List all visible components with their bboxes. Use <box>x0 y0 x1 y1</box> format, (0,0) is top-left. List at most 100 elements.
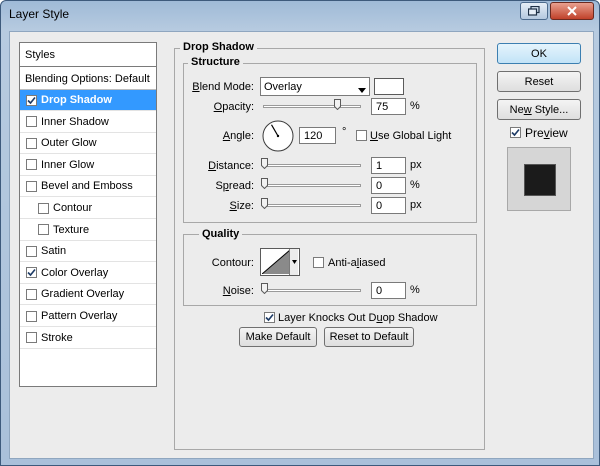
style-item-gradient-overlay[interactable]: Gradient Overlay <box>20 284 156 306</box>
style-checkbox[interactable] <box>26 94 37 106</box>
noise-label: Noise: <box>222 285 254 297</box>
style-checkbox[interactable] <box>26 159 37 171</box>
style-item-texture[interactable]: Texture <box>20 220 156 241</box>
distance-label: Distance: <box>208 160 254 172</box>
style-item-label: Satin <box>41 245 67 258</box>
distance-slider[interactable] <box>263 164 361 167</box>
dialog-client: Styles Blending Options: Default Drop Sh… <box>9 31 594 459</box>
style-item-drop-shadow[interactable]: Drop Shadow <box>20 90 156 111</box>
size-slider-thumb[interactable] <box>261 198 268 210</box>
style-checkbox[interactable] <box>26 116 37 128</box>
size-unit: px <box>410 199 422 211</box>
quality-title: Quality <box>199 228 243 240</box>
style-item-contour[interactable]: Contour <box>20 198 156 219</box>
preview-label: Preview <box>525 126 568 140</box>
restore-button[interactable] <box>520 2 548 20</box>
opacity-slider-thumb[interactable] <box>333 99 341 111</box>
style-item-bevel-and-emboss[interactable]: Bevel and Emboss <box>20 176 156 198</box>
angle-label: Angle: <box>222 130 254 142</box>
style-checkbox[interactable] <box>38 224 49 236</box>
structure-title: Structure <box>188 56 243 68</box>
spread-slider-thumb[interactable] <box>261 178 268 190</box>
preview-checkbox[interactable] <box>510 127 521 138</box>
style-item-stroke[interactable]: Stroke <box>20 328 156 349</box>
blending-options-item[interactable]: Blending Options: Default <box>20 68 156 90</box>
use-global-light-label: Use Global Light <box>370 130 452 142</box>
style-checkbox[interactable] <box>38 202 49 214</box>
opacity-unit: % <box>410 100 420 112</box>
make-default-button[interactable]: Make Default <box>239 327 317 347</box>
drop-shadow-title: Drop Shadow <box>180 41 257 53</box>
noise-unit: % <box>410 284 420 296</box>
distance-input[interactable]: 1 <box>371 157 406 174</box>
style-item-label: Gradient Overlay <box>41 288 125 301</box>
blend-mode-label: Blend Mode: <box>192 81 254 93</box>
style-item-inner-glow[interactable]: Inner Glow <box>20 155 156 176</box>
chevron-down-icon <box>358 84 366 96</box>
angle-input[interactable]: 120 <box>299 127 336 144</box>
style-checkbox[interactable] <box>26 310 37 322</box>
size-input[interactable]: 0 <box>371 197 406 214</box>
blend-mode-select[interactable]: Overlay <box>260 77 370 96</box>
style-item-satin[interactable]: Satin <box>20 241 156 263</box>
spread-slider[interactable] <box>263 184 361 187</box>
distance-slider-thumb[interactable] <box>261 158 268 170</box>
opacity-input[interactable]: 75 <box>371 98 406 115</box>
use-global-light-checkbox[interactable] <box>356 130 367 141</box>
opacity-slider[interactable] <box>263 105 361 108</box>
anti-aliased-label: Anti-aliased <box>328 257 386 269</box>
reset-button[interactable]: Reset <box>497 71 581 92</box>
close-icon <box>566 6 578 16</box>
restore-icon <box>528 6 540 16</box>
style-item-label: Texture <box>53 223 90 236</box>
style-item-color-overlay[interactable]: Color Overlay <box>20 263 156 284</box>
window-title: Layer Style <box>9 7 70 21</box>
noise-input[interactable]: 0 <box>371 282 406 299</box>
spread-label: Spread: <box>215 180 254 192</box>
style-item-label: Color Overlay <box>41 266 109 279</box>
layer-knocks-out-checkbox[interactable] <box>264 312 275 323</box>
angle-unit: ° <box>342 126 347 138</box>
noise-slider-thumb[interactable] <box>261 283 268 295</box>
style-preview <box>507 147 571 211</box>
style-item-label: Inner Glow <box>41 158 95 171</box>
shadow-color-swatch[interactable] <box>374 78 404 95</box>
style-checkbox[interactable] <box>26 267 37 279</box>
blend-mode-value: Overlay <box>264 81 302 93</box>
styles-header: Styles <box>20 43 156 67</box>
style-item-label: Drop Shadow <box>41 94 112 106</box>
style-item-outer-glow[interactable]: Outer Glow <box>20 133 156 155</box>
ok-button[interactable]: OK <box>497 43 581 64</box>
style-checkbox[interactable] <box>26 180 37 192</box>
opacity-label: Opacity: <box>213 101 254 113</box>
spread-unit: % <box>410 179 420 191</box>
style-checkbox[interactable] <box>26 332 37 344</box>
layer-knocks-out-label: Layer Knocks Out Duop Shadow <box>278 312 438 324</box>
style-item-label: Bevel and Emboss <box>41 180 133 193</box>
style-checkbox[interactable] <box>26 245 37 257</box>
contour-picker[interactable] <box>260 248 300 276</box>
angle-dial[interactable] <box>262 120 294 155</box>
close-button[interactable] <box>550 2 594 20</box>
style-item-label: Pattern Overlay <box>41 310 118 322</box>
styles-list: Styles Blending Options: Default Drop Sh… <box>19 42 157 387</box>
new-style-button[interactable]: New Style... <box>497 99 581 120</box>
style-item-pattern-overlay[interactable]: Pattern Overlay <box>20 306 156 327</box>
style-item-inner-shadow[interactable]: Inner Shadow <box>20 112 156 133</box>
style-item-label: Stroke <box>41 331 73 344</box>
preview-swatch <box>524 164 556 196</box>
spread-input[interactable]: 0 <box>371 177 406 194</box>
anti-aliased-checkbox[interactable] <box>313 257 324 268</box>
contour-preview-icon <box>261 249 291 277</box>
size-slider[interactable] <box>263 204 361 207</box>
layer-style-window: Layer Style Styles Blending Options: Def… <box>0 0 600 466</box>
noise-slider[interactable] <box>263 289 361 292</box>
style-checkbox[interactable] <box>26 288 37 300</box>
new-style-label: New Style... <box>509 103 569 116</box>
distance-unit: px <box>410 159 422 171</box>
size-label: Size: <box>229 200 254 212</box>
title-bar[interactable]: Layer Style <box>1 1 599 29</box>
style-checkbox[interactable] <box>26 137 37 149</box>
style-item-label: Inner Shadow <box>41 115 109 128</box>
reset-to-default-button[interactable]: Reset to Default <box>324 327 414 347</box>
